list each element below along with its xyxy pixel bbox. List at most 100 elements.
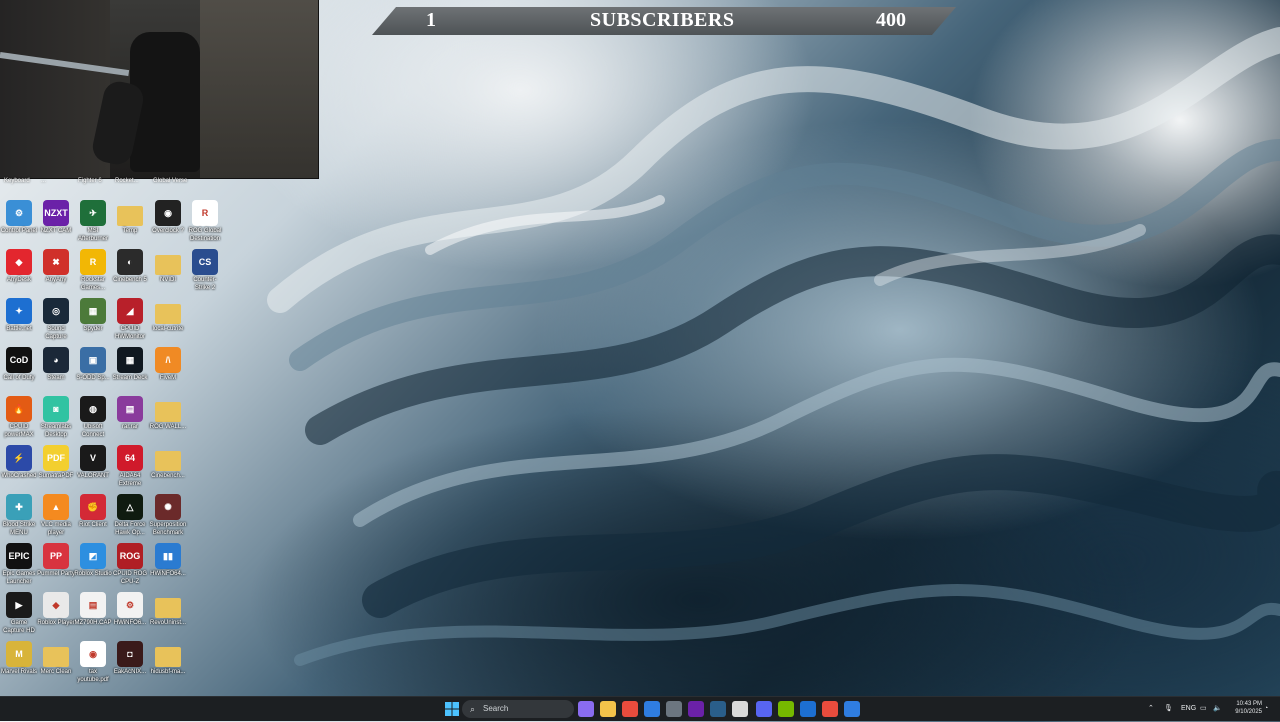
desktop-icon[interactable]: Cinebench... [149, 445, 187, 481]
desktop-icon[interactable]: Merc Clean [37, 641, 75, 677]
desktop-icon[interactable]: PP Pummel Party [37, 543, 75, 579]
taskbar-geforce-icon[interactable] [778, 701, 794, 717]
desktop-icon-label: Keyboard [4, 178, 30, 184]
desktop-icon[interactable]: ✺ Superposition Benchmark [149, 494, 187, 537]
desktop-icon[interactable]: Temp [111, 200, 149, 236]
clock[interactable]: 10:43 PM 9/10/2025 [1226, 700, 1262, 716]
taskbar-nzxt-icon[interactable] [688, 701, 704, 717]
taskbar-settings-icon[interactable] [666, 701, 682, 717]
game-capture-icon: ▶ [6, 592, 32, 618]
desktop-icon[interactable]: ✦ Battle.net [0, 298, 38, 334]
folder-icon [155, 255, 181, 275]
desktop-icon[interactable]: ◙ Streamlabs Desktop [37, 396, 75, 439]
taskbar-search[interactable]: ⌕ Search [462, 700, 574, 718]
valorant-icon: V [80, 445, 106, 471]
desktop-icon[interactable]: ◘ EakAcNIX... [111, 641, 149, 677]
anyany-icon: ✖ [43, 249, 69, 275]
desktop-icon[interactable]: ▦ Spyder [74, 298, 112, 334]
desktop-icon[interactable]: ◐ Cinebench 5 [111, 249, 149, 285]
desktop-icon[interactable]: R Rockstar Games... [74, 249, 112, 292]
desktop-icon[interactable]: EPIC Epic Games Launcher [0, 543, 38, 586]
desktop-icon[interactable]: CoD Call of Duty [0, 347, 38, 383]
desktop-icon[interactable]: RevoUninst... [149, 592, 187, 628]
odd-icon: ▣ [80, 347, 106, 373]
chevron-up-icon[interactable]: ⌃ [1148, 697, 1154, 721]
desktop-icon[interactable]: CS Counter-Strike 2 [186, 249, 224, 292]
taskbar-battlenet-icon[interactable] [800, 701, 816, 717]
taskbar-store-icon[interactable] [644, 701, 660, 717]
taskbar-start-icon[interactable] [444, 701, 460, 717]
taskbar-app-icon[interactable] [844, 701, 860, 717]
language-indicator[interactable]: ENG [1181, 697, 1196, 721]
notification-icon[interactable]: ◔ [1264, 697, 1268, 721]
desktop-icon[interactable]: ▲ VLC media player [37, 494, 75, 537]
desktop-icon[interactable]: NZXT NZXT CAM [37, 200, 75, 236]
anydesk-icon: ◆ [6, 249, 32, 275]
volume-icon[interactable]: 🔈 [1213, 697, 1222, 721]
taskbar-chrome-icon[interactable] [622, 701, 638, 717]
microphone-tray-icon[interactable]: 🎙 [1164, 697, 1173, 721]
desktop-icon[interactable]: ▤ rar.rar [111, 396, 149, 432]
taskbar-obs-icon[interactable] [732, 701, 748, 717]
desktop-icon[interactable]: PDF SumatraPDF [37, 445, 75, 481]
nzxt-cam-icon: NZXT [43, 200, 69, 226]
overclock-icon: ◉ [155, 200, 181, 226]
desktop-icon[interactable]: /\ FiveM [149, 347, 187, 383]
desktop-icon[interactable]: ⚡ WhoCrashed [0, 445, 38, 481]
desktop-icon-label: FiveM [159, 375, 177, 381]
desktop-icon[interactable]: ✖ AnyAny [37, 249, 75, 285]
desktop-icon[interactable]: ROG WALL... [149, 396, 187, 432]
desktop-icon[interactable]: ◉ Overclock ? [149, 200, 187, 236]
taskbar-chrome-alt-icon[interactable] [822, 701, 838, 717]
taskbar-steam-icon[interactable] [710, 701, 726, 717]
pummel-party-icon: PP [43, 543, 69, 569]
desktop-icon[interactable]: ✊ Riot Client [74, 494, 112, 530]
streamlabs-icon: ◙ [43, 396, 69, 422]
taskbar-discord-icon[interactable] [756, 701, 772, 717]
desktop-icon-label: WhoCrashed [1, 473, 37, 479]
desktop-icon-label: VLC media player [41, 522, 71, 536]
desktop-icon-label: CPUID ROG CPU-Z [112, 571, 147, 585]
desktop-icon[interactable]: △ Delta Force Hawk Op... [111, 494, 149, 537]
desktop-icon[interactable]: V VALORANT [74, 445, 112, 481]
desktop-icon[interactable]: ▣ S-ODD Sp... [74, 347, 112, 383]
subscriber-goal-count: 400 [876, 9, 906, 31]
desktop-icon[interactable]: ▤ MZ790H.CAP [74, 592, 112, 628]
desktop-icon[interactable]: hidusbf-ma... [149, 641, 187, 677]
call-of-duty-icon: CoD [6, 347, 32, 373]
desktop-icon[interactable]: ROG CPUID ROG CPU-Z [111, 543, 149, 586]
desktop-icon[interactable]: 🔥 CPUID powerMAX [0, 396, 38, 439]
desktop-icon[interactable]: local-cutrite [149, 298, 187, 334]
desktop-icon[interactable]: ✚ Blood Strike MENU [0, 494, 38, 537]
desktop-icon[interactable]: ⚙ HWiNFO6... [111, 592, 149, 628]
desktop-icon[interactable]: M Marvel Rivals [0, 641, 38, 677]
cpuz-icon: ROG [117, 543, 143, 569]
desktop-icon[interactable]: ◉ tax youtube.pdf [74, 641, 112, 684]
desktop-icon[interactable]: ◎ Sound Capture [37, 298, 75, 341]
delta-force-icon: △ [117, 494, 143, 520]
desktop-icon[interactable]: ◆ Roblox Player [37, 592, 75, 628]
desktop-icon[interactable]: ◕ Steam [37, 347, 75, 383]
desktop-icon[interactable]: ◍ Ubisoft Connect [74, 396, 112, 439]
taskbar-copilot-icon[interactable] [578, 701, 594, 717]
desktop-icon[interactable]: ✈ MSI Afterburner [74, 200, 112, 243]
marvel-rivals-icon: M [6, 641, 32, 667]
desktop-icon-label: Stream Deck [112, 375, 148, 381]
search-placeholder: Search [483, 704, 509, 713]
desktop-icon[interactable]: 64 AIDA64 Extreme [111, 445, 149, 488]
desktop-icon[interactable]: ▶ Game Capture HD [0, 592, 38, 635]
desktop-icon[interactable]: ▦ Stream Deck [111, 347, 149, 383]
network-icon[interactable]: ▭ [1200, 697, 1207, 721]
desktop-icon[interactable]: ⚙ Control Panel [0, 200, 38, 236]
desktop-icon[interactable]: ◢ CPUID HWMonitor [111, 298, 149, 341]
desktop-icon[interactable]: NVIDI [149, 249, 187, 285]
desktop-icon-label: Merc Clean [40, 669, 72, 675]
desktop-icon[interactable]: ▮▮ HWiNFO64... [149, 543, 187, 579]
desktop-icon[interactable]: R ROG Global Destination [186, 200, 224, 243]
desktop-icon[interactable]: ◩ Roblox Studio [74, 543, 112, 579]
taskbar-file-explorer-icon[interactable] [600, 701, 616, 717]
desktop-icon-label: Streamlabs Desktop [40, 424, 72, 438]
control-panel-icon: ⚙ [6, 200, 32, 226]
search-icon: ⌕ [470, 704, 476, 714]
desktop-icon[interactable]: ◆ AnyDesk [0, 249, 38, 285]
